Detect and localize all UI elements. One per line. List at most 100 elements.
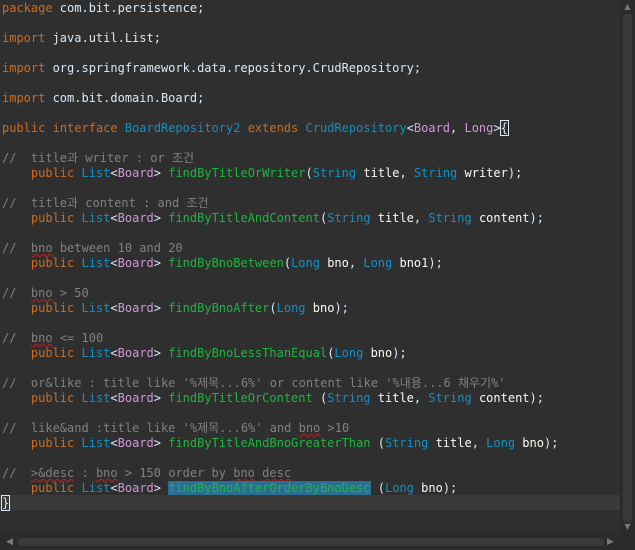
comment-text: // like&and :title like '%제목...6%' and: [2, 421, 299, 435]
punct: >: [153, 256, 161, 270]
method-find-by-title-or-writer: public List<Board> findByTitleOrWriter(S…: [2, 166, 522, 181]
import-path: org.springframework.data.repository.Crud…: [45, 61, 422, 75]
spell-warning: bno: [298, 421, 321, 435]
selected-method-name[interactable]: findByBnoAfterOrderByBnoDesc: [168, 481, 371, 495]
method-find-by-title-or-content: public List<Board> findByTitleOrContent …: [2, 391, 544, 406]
punct: >: [153, 391, 161, 405]
punct: >: [153, 301, 161, 315]
param-name: writer: [464, 166, 508, 180]
punct: >: [153, 436, 161, 450]
comment-line: // bno <= 100: [2, 331, 103, 346]
punct: ,: [348, 256, 364, 270]
scroll-down-icon[interactable]: ▼: [620, 522, 635, 532]
vertical-scroll-thumb[interactable]: [623, 14, 632, 522]
comment-line: // >&desc : bno > 150 order by bno desc: [2, 466, 291, 481]
comment-line: // title과 content : and 조건: [2, 196, 209, 210]
keyword: public: [30, 211, 75, 225]
spell-warning: bno: [233, 466, 255, 480]
punct: <: [110, 391, 118, 405]
param-name: bno: [312, 301, 335, 315]
code-line-interface-declaration: public interface BoardRepository2 extend…: [2, 120, 509, 136]
comment-line: // bno > 50: [2, 286, 89, 301]
code-line-package: package com.bit.persistence;: [2, 1, 204, 16]
punct: <: [110, 166, 118, 180]
comment-line: // title과 writer : or 조건: [2, 151, 195, 165]
keyword: public: [30, 391, 75, 405]
type-name: List: [81, 211, 111, 225]
matching-brace: {: [499, 120, 509, 136]
import-path: java.util.List;: [45, 31, 161, 45]
punct: );: [529, 211, 544, 225]
scroll-right-icon[interactable]: ▶: [603, 534, 618, 550]
punct: (: [370, 481, 385, 495]
param-name: bno: [421, 481, 443, 495]
type-name: List: [81, 301, 111, 315]
generic-type: Long: [464, 121, 494, 135]
type-name: List: [81, 391, 111, 405]
method-name: findByBnoAfter: [168, 301, 270, 315]
keyword: public: [30, 256, 75, 270]
comment-text: //: [2, 331, 31, 345]
horizontal-scrollbar[interactable]: ◀ ▶: [0, 534, 620, 550]
current-line-highlight: [0, 495, 620, 510]
punct: ,: [413, 211, 429, 225]
code-line-import-board: import com.bit.domain.Board;: [2, 91, 204, 106]
punct: (: [370, 436, 385, 450]
interface-name: BoardRepository2: [124, 121, 241, 135]
comment-text: :: [74, 466, 96, 480]
vertical-scrollbar[interactable]: ▲ ▼: [620, 0, 635, 534]
punct: ,: [413, 391, 429, 405]
type-name: List: [81, 166, 111, 180]
punct: <: [110, 346, 118, 360]
param-name: title: [435, 436, 472, 450]
horizontal-scroll-thumb[interactable]: [18, 538, 604, 546]
punct: ,: [399, 166, 414, 180]
type-name: String: [428, 391, 472, 405]
generic-type: Board: [117, 391, 154, 405]
type-name: List: [81, 256, 111, 270]
type-name: String: [428, 211, 472, 225]
type-name: CrudRepository: [305, 121, 407, 135]
punct: >: [153, 481, 161, 495]
type-name: String: [327, 391, 371, 405]
spell-warning: >&desc: [30, 466, 75, 480]
param-name: bno1: [399, 256, 429, 270]
punct: <: [110, 301, 118, 315]
method-find-by-bno-less-than-equal: public List<Board> findByBnoLessThanEqua…: [2, 346, 407, 361]
type-name: Long: [363, 256, 393, 270]
method-name: findByTitleAndContent: [168, 211, 320, 225]
comment-text: between 10 and 20: [52, 241, 183, 255]
punct: <: [110, 436, 118, 450]
punct: );: [529, 391, 544, 405]
comment-line: // or&like : title like '%제목...6%' or co…: [2, 376, 506, 390]
param-name: title: [377, 391, 414, 405]
generic-type: Board: [117, 481, 154, 495]
generic-type: Board: [117, 301, 154, 315]
spell-warning: bno: [30, 286, 53, 300]
keyword: public: [30, 346, 75, 360]
keyword: public: [30, 481, 75, 495]
keyword: import: [2, 31, 46, 45]
punct: );: [392, 346, 407, 360]
scroll-up-icon[interactable]: ▲: [620, 2, 635, 12]
method-find-by-bno-between: public List<Board> findByBnoBetween(Long…: [2, 256, 443, 271]
comment-text: //: [2, 286, 31, 300]
punct: );: [334, 301, 349, 315]
punct: <: [406, 121, 414, 135]
param-name: title: [377, 211, 414, 225]
param-name: bno: [522, 436, 544, 450]
method-find-by-title-and-bno-greater-than: public List<Board> findByTitleAndBnoGrea…: [2, 436, 559, 451]
punct: >: [493, 121, 501, 135]
spell-warning: bno: [95, 466, 118, 480]
code-editor[interactable]: package com.bit.persistence; import java…: [0, 0, 620, 534]
scroll-left-icon[interactable]: ◀: [2, 534, 17, 550]
comment-text: //: [2, 241, 31, 255]
method-name: findByBnoBetween: [168, 256, 284, 270]
method-find-by-bno-after: public List<Board> findByBnoAfter(Long b…: [2, 301, 349, 316]
keyword: interface: [52, 121, 118, 135]
generic-type: Board: [117, 166, 154, 180]
code-line-import-list: import java.util.List;: [2, 31, 161, 46]
punct: >: [153, 346, 161, 360]
generic-type: Board: [117, 256, 154, 270]
type-name: List: [81, 346, 111, 360]
